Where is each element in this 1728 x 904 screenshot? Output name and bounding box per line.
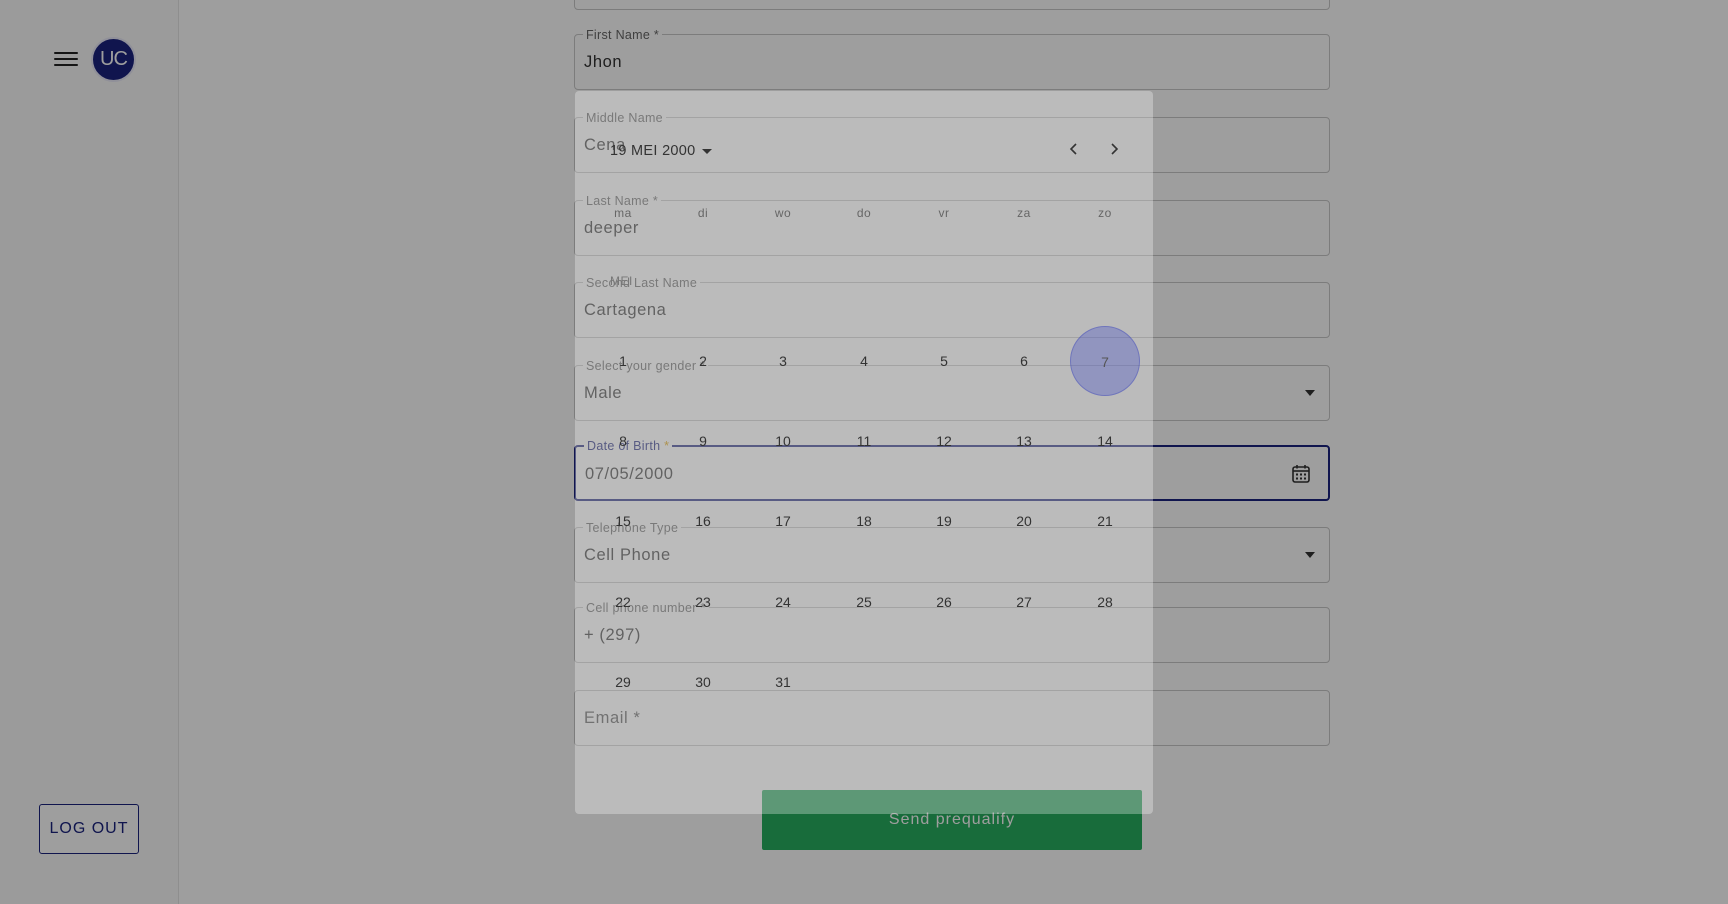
calendar-day[interactable]: 11 (844, 421, 884, 461)
calendar-day[interactable]: 1 (603, 341, 643, 381)
calendar-day[interactable]: 29 (603, 662, 643, 702)
chevron-right-icon (1111, 143, 1119, 155)
calendar-day[interactable]: 27 (1004, 582, 1044, 622)
calendar-day[interactable]: 25 (844, 582, 884, 622)
calendar-day[interactable]: 19 (924, 501, 964, 541)
previous-month-button[interactable] (1060, 137, 1088, 161)
calendar-day[interactable]: 23 (683, 582, 723, 622)
month-short-label: MEI (610, 274, 633, 288)
calendar-day[interactable]: 12 (924, 421, 964, 461)
month-year-label: 19 MEI 2000 (610, 143, 696, 159)
date-picker-dialog: 19 MEI 2000 ma di wo do vr za zo MEI 123456789… (575, 91, 1153, 814)
calendar-day[interactable]: 4 (844, 341, 884, 381)
weekday-label: wo (774, 206, 792, 220)
calendar-day[interactable]: 5 (924, 341, 964, 381)
calendar-day[interactable]: 28 (1085, 582, 1125, 622)
weekday-label: zo (1098, 206, 1112, 220)
calendar-day[interactable]: 22 (603, 582, 643, 622)
calendar-day[interactable]: 26 (924, 582, 964, 622)
selected-day[interactable]: 7 (1070, 326, 1140, 396)
calendar-day[interactable]: 13 (1004, 421, 1044, 461)
weekday-label: za (1017, 206, 1031, 220)
calendar-day[interactable]: 6 (1004, 341, 1044, 381)
calendar-day[interactable]: 16 (683, 501, 723, 541)
calendar-day[interactable]: 24 (763, 582, 803, 622)
weekday-label: ma (614, 206, 632, 220)
weekday-label: do (856, 206, 872, 220)
weekday-label: di (697, 206, 709, 220)
calendar-day[interactable]: 8 (603, 421, 643, 461)
calendar-day[interactable]: 17 (763, 501, 803, 541)
calendar-day[interactable]: 14 (1085, 421, 1125, 461)
calendar-day[interactable]: 3 (763, 341, 803, 381)
calendar-day[interactable]: 10 (763, 421, 803, 461)
calendar-day[interactable]: 31 (763, 662, 803, 702)
calendar-day[interactable]: 9 (683, 421, 723, 461)
calendar-day[interactable]: 30 (683, 662, 723, 702)
calendar-day[interactable]: 2 (683, 341, 723, 381)
chevron-down-icon (701, 148, 712, 154)
calendar-day[interactable]: 18 (844, 501, 884, 541)
calendar-day[interactable]: 15 (603, 501, 643, 541)
next-month-button[interactable] (1100, 137, 1128, 161)
month-year-switcher[interactable]: 19 MEI 2000 (610, 143, 712, 159)
calendar-day[interactable]: 20 (1004, 501, 1044, 541)
calendar-day[interactable]: 21 (1085, 501, 1125, 541)
chevron-left-icon (1069, 143, 1077, 155)
weekday-label: vr (938, 206, 950, 220)
